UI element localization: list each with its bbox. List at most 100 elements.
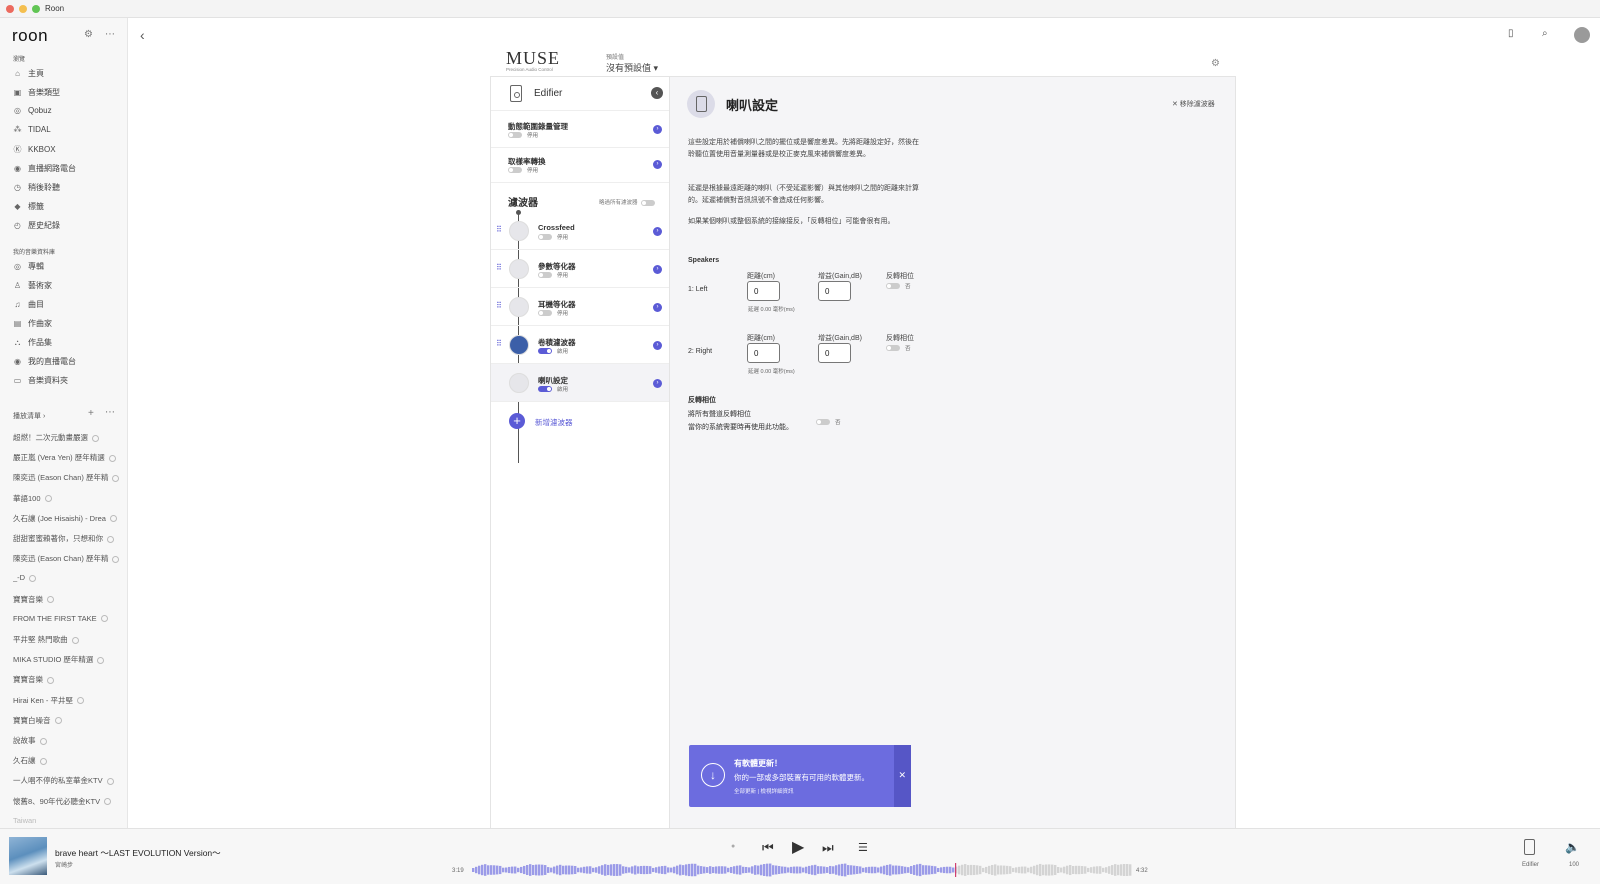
invert-phase-toggle[interactable]	[886, 283, 900, 289]
toast-links[interactable]: 全部更新 | 檢視詳細資訊	[734, 787, 794, 795]
sidebar-item[interactable]: ♫ 曲目	[13, 299, 45, 310]
chevron-right-icon[interactable]: ›	[653, 125, 662, 134]
invert-phase-toggle[interactable]	[886, 345, 900, 351]
song-artist[interactable]: 宮崎步	[55, 860, 73, 869]
sidebar-item[interactable]: ◎ Qobuz	[13, 106, 52, 115]
filter-row[interactable]: ⠿ 參數等化器 停用 ›	[491, 250, 669, 288]
sidebar-item[interactable]: ◉ 直播網路電台	[13, 163, 76, 174]
chevron-right-icon[interactable]: ›	[653, 265, 662, 274]
sidebar-item[interactable]: ◎ 專輯	[13, 261, 44, 272]
playlist-item[interactable]: Hirai Ken - 平井堅	[13, 695, 85, 706]
radio-dot-icon[interactable]: ●	[731, 843, 735, 850]
chevron-right-icon[interactable]: ›	[653, 160, 662, 169]
bookmark-icon[interactable]: ▯	[1508, 28, 1514, 39]
user-avatar[interactable]	[1574, 27, 1590, 43]
close-window-button[interactable]	[6, 5, 14, 13]
distance-input[interactable]: 0	[747, 343, 780, 363]
add-playlist-icon[interactable]: +	[88, 408, 94, 419]
gain-input[interactable]: 0	[818, 281, 851, 301]
search-icon[interactable]: ⌕	[1542, 28, 1548, 39]
previous-track-icon[interactable]: ⏮	[762, 840, 774, 856]
zoom-window-button[interactable]	[32, 5, 40, 13]
filter-row[interactable]: ⠿ 卷積濾波器 啟用 ›	[491, 326, 669, 364]
playlist-item[interactable]: FROM THE FIRST TAKE	[13, 614, 108, 623]
next-track-icon[interactable]: ⏭	[822, 840, 834, 856]
invert-all-phase-toggle[interactable]	[816, 419, 830, 425]
playlist-item[interactable]: 甜甜蜜蜜賴著你，只想和你	[13, 533, 114, 544]
distance-input[interactable]: 0	[747, 281, 780, 301]
queue-icon[interactable]: ☰	[858, 841, 868, 854]
drag-handle-icon[interactable]: ⠿	[496, 301, 502, 310]
setting-toggle[interactable]	[508, 132, 522, 138]
sidebar-item[interactable]: ♙ 藝術家	[13, 280, 52, 291]
song-title[interactable]: brave heart 〜LAST EVOLUTION Version〜	[55, 847, 221, 859]
add-filter-label[interactable]: 新增濾波器	[535, 417, 573, 428]
sidebar-item[interactable]: ⌂ 主頁	[13, 68, 44, 79]
playhead-marker[interactable]	[955, 863, 957, 877]
filter-toggle[interactable]	[538, 234, 552, 240]
playlist-item[interactable]: 平井堅 熱門歌曲	[13, 634, 79, 645]
filter-toggle[interactable]	[538, 386, 552, 392]
playlist-item[interactable]: 一人唱不停的私室華金KTV	[13, 775, 114, 786]
playlist-item[interactable]: 久石讓 (Joe Hisaishi) - Drea	[13, 513, 117, 524]
filter-toggle[interactable]	[538, 348, 552, 354]
playlist-item[interactable]: 超燃！二次元動畫嚴選	[13, 432, 99, 443]
playlist-more-icon[interactable]: ⋯	[105, 407, 115, 418]
sidebar-item[interactable]: ⛬ 作品集	[13, 337, 52, 348]
playlist-item[interactable]: 寶寶音樂	[13, 594, 54, 605]
filter-toggle[interactable]	[538, 310, 552, 316]
filter-row[interactable]: ⠿ 耳機等化器 停用 ›	[491, 288, 669, 326]
sidebar-item[interactable]: ◆ 標籤	[13, 201, 44, 212]
playlist-item[interactable]: 寶寶音樂	[13, 674, 54, 685]
zone-name[interactable]: Edifier	[1522, 862, 1539, 868]
playlist-item[interactable]: 久石讓	[13, 755, 47, 766]
bypass-all-label[interactable]: 略過所有濾波器	[599, 198, 655, 206]
drag-handle-icon[interactable]: ⠿	[496, 263, 502, 272]
collapse-panel-button[interactable]: ‹	[651, 87, 663, 99]
more-options-icon[interactable]: ⋯	[105, 29, 115, 40]
gain-input[interactable]: 0	[818, 343, 851, 363]
sidebar-item[interactable]: Ⓚ KKBOX	[13, 144, 56, 155]
play-icon[interactable]: ▶	[792, 837, 804, 857]
preset-value[interactable]: 沒有預設值 ▾	[606, 61, 658, 74]
playlist-item[interactable]: 陳奕迅 (Eason Chan) 歷年精	[13, 472, 120, 483]
minimize-window-button[interactable]	[19, 5, 27, 13]
drag-handle-icon[interactable]: ⠿	[496, 225, 502, 234]
filter-row[interactable]: ⠿喇叭設定啟用›	[491, 364, 669, 402]
chevron-right-icon[interactable]: ›	[653, 341, 662, 350]
sidebar-item[interactable]: ◉ 我的直播電台	[13, 356, 76, 367]
back-arrow-icon[interactable]: ‹	[140, 27, 145, 43]
volume-icon[interactable]: 🔈	[1565, 840, 1580, 854]
volume-level[interactable]: 100	[1569, 862, 1579, 868]
sidebar-item[interactable]: ⁂ TIDAL	[13, 125, 51, 134]
playlist-item[interactable]: 說故事	[13, 735, 47, 746]
sidebar-item[interactable]: ◷ 稍後聆聽	[13, 182, 60, 193]
sidebar-item[interactable]: ▤ 作曲家	[13, 318, 52, 329]
zone-speaker-icon[interactable]	[1524, 839, 1535, 855]
chevron-right-icon[interactable]: ›	[653, 303, 662, 312]
filter-row[interactable]: ⠿ Crossfeed 停用 ›	[491, 212, 669, 250]
chevron-right-icon[interactable]: ›	[653, 227, 662, 236]
remove-filter-button[interactable]: ✕ 移除濾波器	[1172, 99, 1215, 109]
album-art[interactable]	[9, 837, 47, 875]
sidebar-item[interactable]: ▭ 音樂資料夾	[13, 375, 68, 386]
playlist-item[interactable]: 寶寶白噪音	[13, 715, 62, 726]
playlist-item[interactable]: 華語100	[13, 493, 52, 504]
muse-settings-gear-icon[interactable]: ⚙	[1211, 58, 1220, 69]
dsp-setting-row[interactable]: 動態範圍錄量管理 停用 ›	[491, 113, 669, 148]
chevron-right-icon[interactable]: ›	[653, 379, 662, 388]
dsp-setting-row[interactable]: 取樣率轉換 停用 ›	[491, 148, 669, 183]
drag-handle-icon[interactable]: ⠿	[496, 339, 502, 348]
sidebar-item[interactable]: ◴ 歷史紀錄	[13, 220, 60, 231]
playlist-item[interactable]: 懷舊8、90年代必聽金KTV	[13, 796, 112, 807]
settings-gear-icon[interactable]: ⚙	[84, 29, 93, 40]
sidebar-item[interactable]: ▣ 音樂類型	[13, 87, 60, 98]
setting-toggle[interactable]	[508, 167, 522, 173]
playlist-item[interactable]: 嚴正嵐 (Vera Yen) 歷年精選	[13, 452, 116, 463]
playlists-heading[interactable]: 播放清單 ›	[13, 411, 45, 421]
waveform-seekbar[interactable]	[472, 863, 1132, 877]
playlist-item[interactable]: _-D	[13, 573, 37, 582]
playlist-item[interactable]: 陳奕迅 (Eason Chan) 歷年精	[13, 553, 120, 564]
playlist-item[interactable]: MIKA STUDIO 歷年精選	[13, 654, 105, 665]
software-update-toast[interactable]: ↓ 有軟體更新！ 你的一部或多部裝置有可用的軟體更新。 全部更新 | 檢視詳細資…	[689, 745, 911, 807]
